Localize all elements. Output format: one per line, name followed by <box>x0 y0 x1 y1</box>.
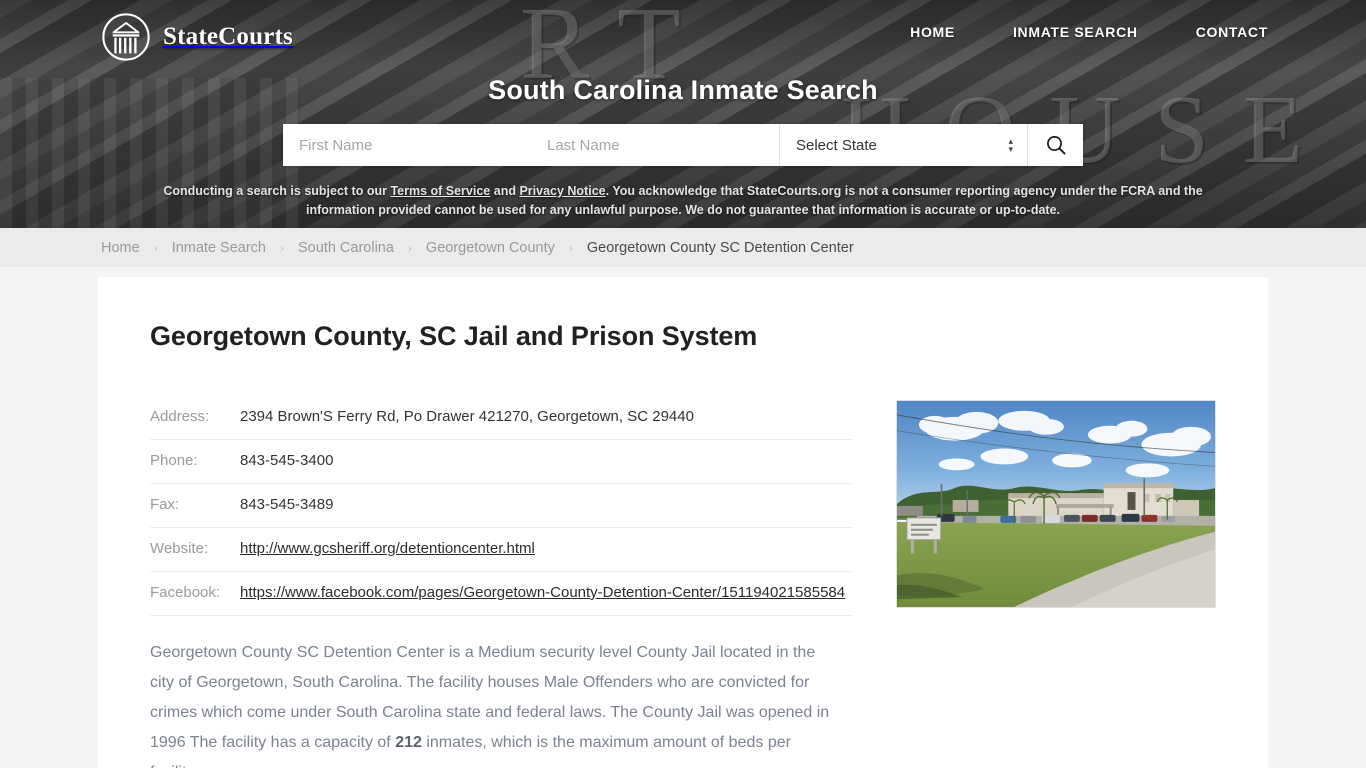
table-row: Facebook: https://www.facebook.com/pages… <box>150 571 852 616</box>
facility-info-column: Address: 2394 Brown'S Ferry Rd, Po Drawe… <box>150 396 852 768</box>
facebook-label: Facebook: <box>150 571 240 616</box>
website-value: http://www.gcsheriff.org/detentioncenter… <box>240 527 852 572</box>
facility-photo <box>896 400 1216 608</box>
table-row: Phone: 843-545-3400 <box>150 439 852 484</box>
website-link[interactable]: http://www.gcsheriff.org/detentioncenter… <box>240 540 535 557</box>
phone-label: Phone: <box>150 439 240 484</box>
breadcrumb-item-home[interactable]: Home <box>101 240 140 256</box>
capacity-value: 212 <box>395 734 422 751</box>
facility-photo-column <box>896 396 1216 768</box>
last-name-input[interactable] <box>531 124 779 166</box>
table-row: Website: http://www.gcsheriff.org/detent… <box>150 527 852 572</box>
address-label: Address: <box>150 396 240 440</box>
breadcrumb-bar: Home › Inmate Search › South Carolina › … <box>0 228 1366 267</box>
state-select-value: Select State <box>796 136 877 154</box>
disclaimer-part1: Conducting a search is subject to our <box>163 184 391 198</box>
address-value: 2394 Brown'S Ferry Rd, Po Drawer 421270,… <box>240 396 852 440</box>
page-title: Georgetown County, SC Jail and Prison Sy… <box>150 321 758 351</box>
search-icon <box>1046 136 1066 155</box>
nav-item-contact[interactable]: CONTACT <box>1196 24 1268 40</box>
content-card: Georgetown County, SC Jail and Prison Sy… <box>98 277 1268 768</box>
breadcrumb-item-georgetown-county[interactable]: Georgetown County <box>426 240 555 256</box>
breadcrumb-item-inmate-search[interactable]: Inmate Search <box>172 240 266 256</box>
chevron-updown-icon: ▴ ▾ <box>1008 137 1013 154</box>
courthouse-circle-icon <box>102 13 150 61</box>
table-row: Address: 2394 Brown'S Ferry Rd, Po Drawe… <box>150 396 852 440</box>
site-header: RT HOUSE StateCourts HOME INMATE SEARCH … <box>0 0 1366 228</box>
main-nav: HOME INMATE SEARCH CONTACT <box>910 24 1268 40</box>
privacy-notice-link[interactable]: Privacy Notice <box>519 184 605 198</box>
breadcrumb-separator-icon: › <box>568 240 573 255</box>
facility-description: Georgetown County SC Detention Center is… <box>150 638 840 768</box>
hero-title: South Carolina Inmate Search <box>488 75 878 105</box>
brand-name: StateCourts <box>163 23 293 50</box>
search-disclaimer: Conducting a search is subject to our Te… <box>133 182 1233 220</box>
breadcrumb-separator-icon: › <box>407 240 412 255</box>
brand-logo-link[interactable]: StateCourts <box>101 12 293 62</box>
first-name-input[interactable] <box>283 124 531 166</box>
phone-value: 843-545-3400 <box>240 439 852 484</box>
top-navigation-bar: StateCourts HOME INMATE SEARCH CONTACT <box>98 0 1268 72</box>
breadcrumb-item-south-carolina[interactable]: South Carolina <box>298 240 394 256</box>
facility-content-row: Address: 2394 Brown'S Ferry Rd, Po Drawe… <box>150 396 1216 768</box>
facility-info-table: Address: 2394 Brown'S Ferry Rd, Po Drawe… <box>150 396 852 616</box>
nav-item-home[interactable]: HOME <box>910 24 955 40</box>
breadcrumb-separator-icon: › <box>280 240 284 255</box>
disclaimer-part2: and <box>490 184 520 198</box>
nav-item-inmate-search[interactable]: INMATE SEARCH <box>1013 24 1138 40</box>
breadcrumb-separator-icon: › <box>153 240 158 255</box>
inmate-search-form: Select State ▴ ▾ <box>283 124 1083 166</box>
chevron-down-glyph: ▾ <box>1008 144 1013 154</box>
breadcrumb: Home › Inmate Search › South Carolina › … <box>98 240 1268 256</box>
facebook-value: https://www.facebook.com/pages/Georgetow… <box>240 571 852 616</box>
facebook-link[interactable]: https://www.facebook.com/pages/Georgetow… <box>240 584 845 601</box>
fax-value: 843-545-3489 <box>240 483 852 528</box>
breadcrumb-item-current: Georgetown County SC Detention Center <box>586 239 854 256</box>
fax-label: Fax: <box>150 483 240 528</box>
terms-of-service-link[interactable]: Terms of Service <box>390 184 490 198</box>
website-label: Website: <box>150 527 240 572</box>
state-select[interactable]: Select State ▴ ▾ <box>779 124 1027 166</box>
table-row: Fax: 843-545-3489 <box>150 483 852 528</box>
search-submit-button[interactable] <box>1027 124 1083 166</box>
